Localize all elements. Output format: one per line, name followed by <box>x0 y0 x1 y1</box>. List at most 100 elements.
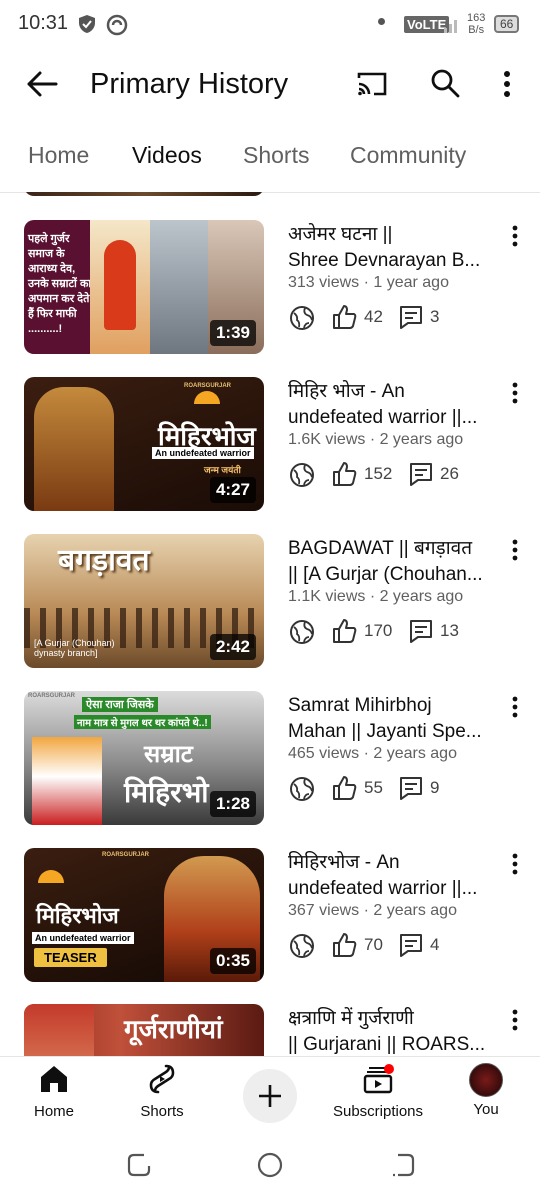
video-item[interactable]: बगड़ावत [A Gurjar (Chouhan) dynasty bran… <box>0 534 540 674</box>
thumbnail-heading: गूर्जराणीयां <box>124 1014 223 1044</box>
video-title[interactable]: Samrat Mihirbhoj Mahan || Jayanti Spe... <box>288 693 498 745</box>
thumb-figure <box>24 1004 94 1056</box>
thumbnail-subheading: मिहिरभो <box>124 777 209 808</box>
avatar <box>469 1063 503 1097</box>
video-item[interactable]: पहले गुर्जर समाज के आराध्य देव, उनके सम्… <box>0 220 540 360</box>
video-thumbnail[interactable]: बगड़ावत [A Gurjar (Chouhan) dynasty bran… <box>24 534 264 668</box>
video-menu-icon[interactable] <box>506 695 524 721</box>
video-list: पहले गुर्जर समाज के आराध्य देव, उनके सम्… <box>0 192 540 1056</box>
vpn-icon <box>106 14 128 36</box>
video-stats: 70 4 <box>288 932 488 962</box>
signal-icon <box>444 20 457 33</box>
create-button[interactable] <box>243 1069 297 1123</box>
tab-videos[interactable]: Videos <box>132 142 202 169</box>
video-thumbnail[interactable]: गूर्जराणीयां <box>24 1004 264 1056</box>
video-item[interactable]: ROARSGURJAR मिहिरभोज An undefeated warri… <box>0 848 540 988</box>
video-duration: 4:27 <box>209 477 256 503</box>
nav-home[interactable]: Home <box>4 1063 104 1120</box>
comment-icon <box>400 306 422 329</box>
likes: 70 <box>332 932 383 958</box>
video-menu-icon[interactable] <box>506 538 524 564</box>
search-icon[interactable] <box>430 68 460 98</box>
thumbnail-brand: ROARSGURJAR <box>102 852 150 858</box>
video-title[interactable]: BAGDAWAT || बगड़ावत || [A Gurjar (Chouhan… <box>288 536 498 588</box>
recents-icon[interactable] <box>126 1152 152 1178</box>
video-title[interactable]: मिहिर भोज - An undefeated warrior ||... <box>288 379 498 431</box>
app-bar: Primary History <box>0 52 540 118</box>
home-circle-icon[interactable] <box>256 1151 284 1179</box>
public-globe-icon <box>288 304 316 332</box>
network-speed-value: 163 <box>467 12 486 24</box>
thumbnail-subheading: An undefeated warrior <box>32 932 134 944</box>
shorts-icon <box>149 1064 175 1094</box>
tab-home[interactable]: Home <box>28 142 89 169</box>
nav-shorts[interactable]: Shorts <box>112 1063 212 1120</box>
thumbnail-heading: मिहिरभोज <box>36 903 119 928</box>
video-title-line1: Samrat Mihirbhoj <box>288 695 432 716</box>
nav-home-label: Home <box>33 1103 74 1120</box>
nav-you[interactable]: You <box>436 1063 536 1118</box>
like-count: 55 <box>364 778 383 797</box>
more-options-icon[interactable] <box>500 70 514 100</box>
video-title-line2: undefeated warrior ||... <box>288 878 478 899</box>
comment-icon <box>400 934 422 957</box>
nav-you-label: You <box>473 1101 499 1118</box>
video-menu-icon[interactable] <box>506 381 524 407</box>
likes: 170 <box>332 618 392 644</box>
video-duration: 1:39 <box>209 320 256 346</box>
thumbnail-teaser: TEASER <box>34 948 107 967</box>
sun-graphic <box>38 870 64 883</box>
video-thumbnail[interactable]: पहले गुर्जर समाज के आराध्य देव, उनके सम्… <box>24 220 264 354</box>
thumbnail-brand: ROARSGURJAR <box>184 383 232 389</box>
video-item[interactable]: ROARSGURJAR मिहिरभोज An undefeated warri… <box>0 377 540 517</box>
cast-icon[interactable] <box>356 70 388 98</box>
channel-tabs: Home Videos Shorts Community <box>0 136 540 193</box>
video-title[interactable]: क्षत्राणि में गुर्जराणी || Gurjarani || R… <box>288 1006 498 1056</box>
like-count: 42 <box>364 307 383 326</box>
video-item[interactable]: गूर्जराणीयां क्षत्राणि में गुर्जराणी || G… <box>0 1004 540 1056</box>
thumbnail-heading: सम्राट <box>144 741 193 768</box>
like-count: 170 <box>364 621 393 640</box>
notification-dot-icon <box>378 18 385 25</box>
status-time: 10:31 <box>18 12 69 34</box>
nav-create[interactable] <box>220 1069 320 1123</box>
thumbnail-heading: बगड़ावत <box>58 544 150 577</box>
video-menu-icon[interactable] <box>506 852 524 878</box>
thumbnail-top-text-2: नाम मात्र से मुगल थर थर कांपते थे..! <box>74 715 211 729</box>
tab-community[interactable]: Community <box>350 142 466 169</box>
video-menu-icon[interactable] <box>506 1008 524 1034</box>
thumbnail-small-text: जन्म जयंती <box>204 465 241 475</box>
back-arrow-icon[interactable] <box>26 70 58 98</box>
video-item[interactable]: ROARSGURJAR ऐसा राजा जिसके नाम मात्र से … <box>0 691 540 831</box>
video-menu-icon[interactable] <box>506 224 524 250</box>
video-title[interactable]: मिहिरभोज - An undefeated warrior ||... <box>288 850 498 902</box>
thumbnail-caption: पहले गुर्जर समाज के आराध्य देव, उनके सम्… <box>28 233 92 335</box>
video-title-line2: || Gurjarani || ROARS... <box>288 1034 486 1055</box>
video-stats: 55 9 <box>288 775 488 805</box>
thumbs-up-icon <box>333 776 357 800</box>
thumb-figure <box>32 737 102 825</box>
video-title-line1: मिहिर भोज - An <box>288 381 405 402</box>
thumb-figure <box>34 387 114 511</box>
comment-count: 3 <box>430 307 440 326</box>
nav-subscriptions[interactable]: Subscriptions <box>328 1063 428 1120</box>
video-stats: 42 3 <box>288 304 488 334</box>
back-icon[interactable] <box>390 1152 416 1178</box>
subscriptions-icon <box>363 1064 394 1094</box>
partial-thumbnail[interactable] <box>24 192 264 196</box>
tab-shorts[interactable]: Shorts <box>243 142 309 169</box>
video-meta: 367 views · 2 years ago <box>288 902 457 919</box>
video-meta: 1.1K views · 2 years ago <box>288 588 464 605</box>
system-navigation <box>0 1140 540 1200</box>
comment-count: 13 <box>440 621 459 640</box>
video-thumbnail[interactable]: ROARSGURJAR मिहिरभोज An undefeated warri… <box>24 377 264 511</box>
video-title[interactable]: अजेमर घटना || Shree Devnarayan B... <box>288 222 498 274</box>
thumbs-up-icon <box>333 619 357 643</box>
comment-count: 26 <box>440 464 459 483</box>
video-thumbnail[interactable]: ROARSGURJAR ऐसा राजा जिसके नाम मात्र से … <box>24 691 264 825</box>
comment-count: 9 <box>430 778 440 797</box>
video-thumbnail[interactable]: ROARSGURJAR मिहिरभोज An undefeated warri… <box>24 848 264 982</box>
thumbs-up-icon <box>333 462 357 486</box>
public-globe-icon <box>288 618 316 646</box>
home-icon <box>41 1066 67 1092</box>
